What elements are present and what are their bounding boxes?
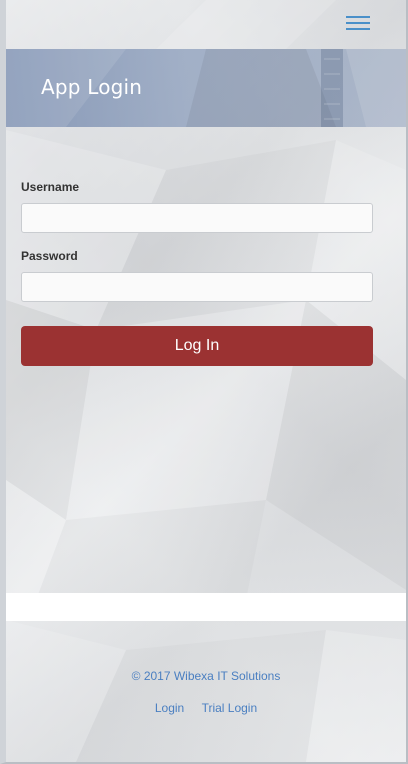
password-label: Password xyxy=(21,249,78,263)
password-input[interactable] xyxy=(21,272,373,302)
username-label: Username xyxy=(21,180,80,194)
hamburger-menu-icon[interactable] xyxy=(346,14,370,32)
login-button[interactable]: Log In xyxy=(21,326,373,366)
username-input[interactable] xyxy=(21,203,373,233)
footer-link-trial-login[interactable]: Trial Login xyxy=(202,701,258,715)
copyright-text: © 2017 Wibexa IT Solutions xyxy=(131,669,281,683)
footer-links: Login Trial Login xyxy=(6,701,406,715)
page-banner: App Login xyxy=(6,49,406,127)
top-navbar xyxy=(6,0,406,49)
footer-link-login[interactable]: Login xyxy=(155,701,184,715)
content-divider-strip xyxy=(6,593,406,621)
login-form: Username Password Log In xyxy=(21,180,373,366)
app-frame: App Login Username Password Log In © 201… xyxy=(0,0,408,764)
footer: © 2017 Wibexa IT Solutions Login Trial L… xyxy=(6,669,406,715)
page-title: App Login xyxy=(41,75,143,99)
